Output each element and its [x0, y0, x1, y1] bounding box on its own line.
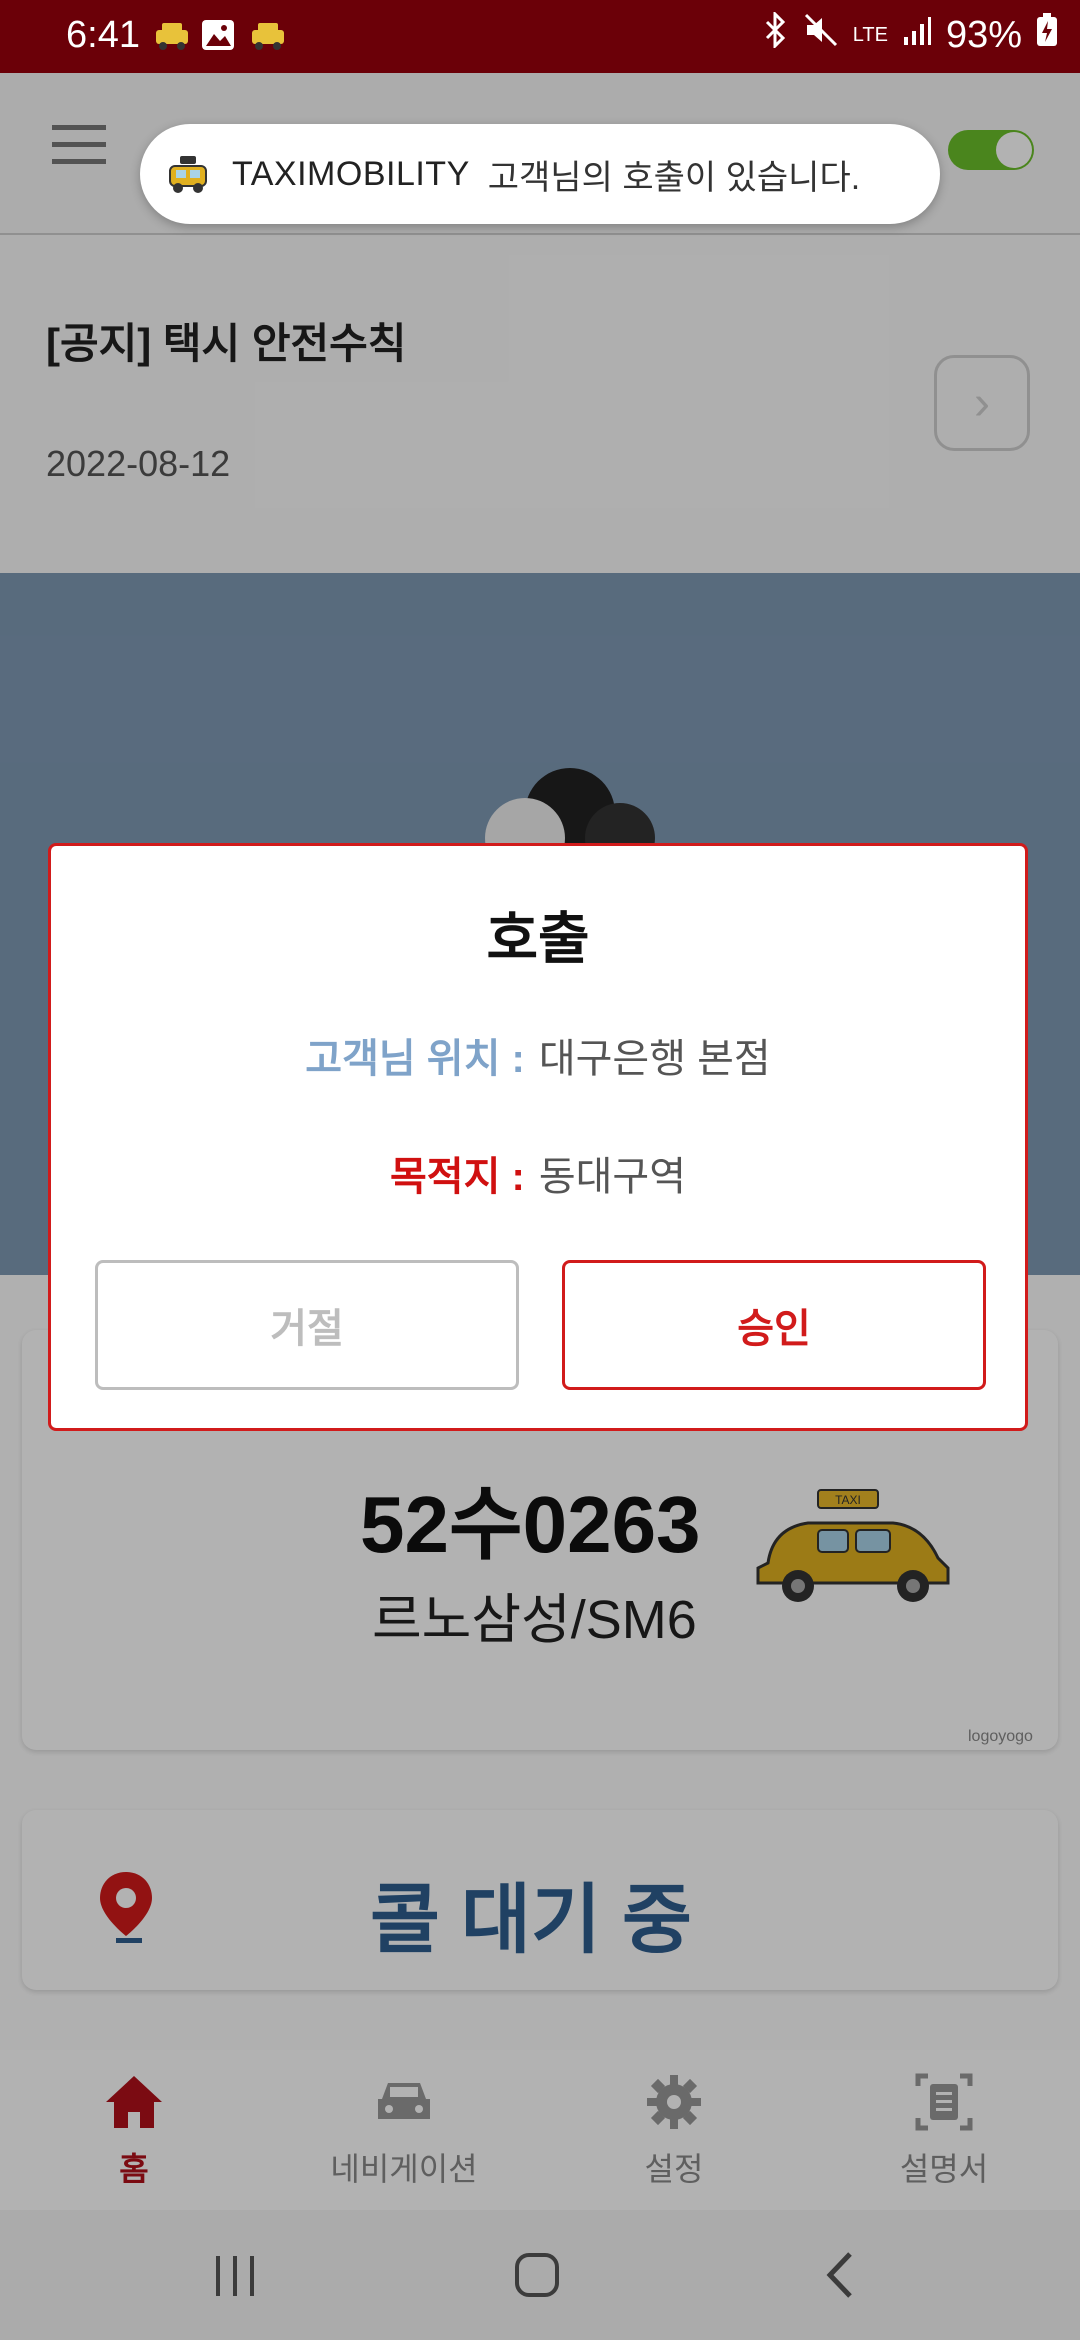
taxi-notification-icon-2 [248, 18, 288, 54]
status-bar: 6:41 LTE 93% [0, 0, 1080, 73]
destination-value: 동대구역 [538, 1155, 687, 1199]
approve-button[interactable]: 승인 [562, 1260, 986, 1390]
image-notification-icon [200, 18, 240, 54]
taxi-notification-icon [152, 18, 192, 54]
network-type: LTE [852, 24, 888, 46]
notification-toast[interactable]: TAXIMOBILITY 고객님의 호출이 있습니다. [140, 124, 940, 224]
battery-percent: 93% [945, 13, 1022, 56]
destination-row: 목적지 : 동대구역 [51, 1144, 1025, 1202]
toast-app-name: TAXIMOBILITY [232, 154, 470, 193]
destination-label: 목적지 : [389, 1155, 525, 1199]
call-request-dialog: 호출 고객님 위치 : 대구은행 본점 목적지 : 동대구역 거절 승인 [48, 843, 1028, 1431]
mute-icon [803, 12, 839, 58]
reject-button[interactable]: 거절 [95, 1260, 519, 1390]
pickup-value: 대구은행 본점 [538, 1037, 771, 1081]
status-right: LTE 93% [763, 10, 1058, 58]
status-time: 6:41 [66, 14, 140, 56]
bluetooth-icon [763, 10, 789, 58]
battery-icon [1036, 13, 1058, 57]
pickup-label: 고객님 위치 : [305, 1037, 525, 1081]
toast-message: 고객님의 호출이 있습니다. [487, 158, 861, 197]
dialog-title: 호출 [486, 907, 590, 970]
pickup-row: 고객님 위치 : 대구은행 본점 [51, 1026, 1025, 1084]
taxi-app-icon [169, 156, 207, 193]
signal-icon [902, 14, 932, 57]
